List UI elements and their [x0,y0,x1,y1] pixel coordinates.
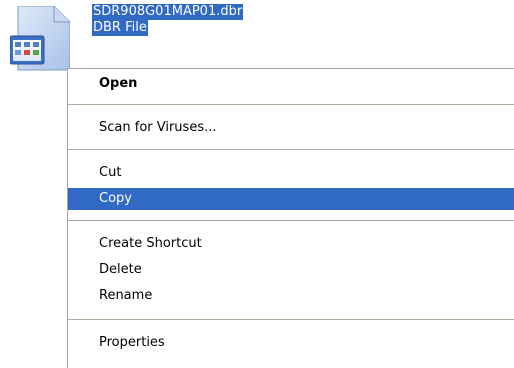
menu-item-properties[interactable]: Properties [68,332,514,354]
generic-document-icon[interactable] [10,6,70,72]
menu-item-scan-for-viruses[interactable]: Scan for Viruses... [68,117,514,139]
file-item[interactable]: SDR908G01MAP01.dbr DBR File [0,0,300,72]
menu-separator [68,220,514,221]
menu-item-create-shortcut[interactable]: Create Shortcut [68,233,514,255]
menu-separator [68,319,514,320]
menu-separator [68,104,514,105]
file-name-label[interactable]: SDR908G01MAP01.dbr [92,4,244,20]
menu-item-delete[interactable]: Delete [68,259,514,281]
menu-item-cut[interactable]: Cut [68,162,514,184]
context-menu: Open Scan for Viruses... Cut Copy Create… [67,68,514,368]
file-type-label: DBR File [92,20,148,36]
menu-separator [68,149,514,150]
menu-item-rename[interactable]: Rename [68,285,514,307]
menu-item-open[interactable]: Open [68,73,514,95]
menu-item-copy[interactable]: Copy [68,188,514,210]
